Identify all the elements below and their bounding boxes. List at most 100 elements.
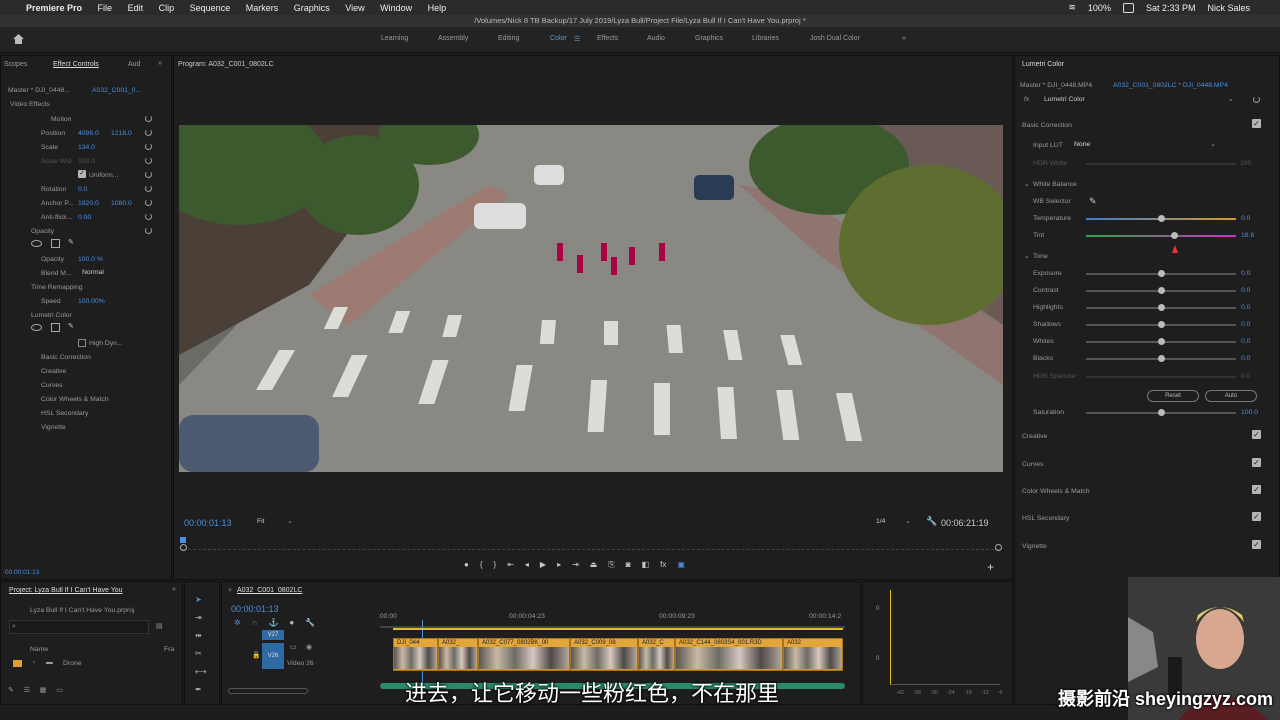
timeline-tab[interactable]: A032_C001_0802LC [237,587,302,594]
tint-slider[interactable] [1086,232,1236,239]
clip[interactable]: A032_C009_08 [570,638,638,671]
blend-mode-dropdown[interactable]: Normal [82,269,104,276]
timeline-close-icon[interactable]: × [228,587,232,594]
snap-icon[interactable]: ∩ [252,618,258,627]
workspace-graphics[interactable]: Graphics [695,35,723,42]
section-vignette[interactable]: Vignette [1022,543,1047,550]
user-name[interactable]: Nick Sales [1207,3,1250,13]
anchor-y[interactable]: 1080.0 [111,200,132,207]
color-wheels-checkbox[interactable]: ✓ [1252,485,1261,494]
wifi-icon[interactable]: ≋ [1068,2,1076,13]
ellipse-mask-icon[interactable] [31,240,42,247]
add-button-icon[interactable]: + [987,560,994,574]
more-workspaces-icon[interactable]: » [902,35,906,42]
section-color-wheels[interactable]: Color Wheels & Match [1022,488,1090,495]
whites-knob[interactable] [1158,338,1165,345]
hsl-secondary-checkbox[interactable]: ✓ [1252,512,1261,521]
lumetri-tab[interactable]: Lumetri Color [1022,61,1064,68]
group-hsl-secondary[interactable]: HSL Secondary [41,410,88,417]
pen-tool-icon[interactable]: ✒ [195,685,206,694]
reset-icon[interactable] [145,185,152,192]
column-frame-rate[interactable]: Fra [164,646,174,653]
white-balance-header[interactable]: White Balance [1033,181,1077,188]
temperature-knob[interactable] [1158,215,1165,222]
resolution-dropdown[interactable]: 1/4 [876,518,885,525]
anchor-x[interactable]: 1920.0 [78,200,99,207]
tint-value[interactable]: 18.6 [1241,232,1254,239]
tone-header[interactable]: Tone [1033,253,1048,260]
highlights-value[interactable]: 0.0 [1241,304,1250,311]
workspace-color[interactable]: Color [550,35,567,42]
position-x[interactable]: 4096.0 [78,130,99,137]
project-overflow-icon[interactable]: » [172,586,176,593]
program-timecode[interactable]: 00:00:01:13 [184,518,232,528]
go-to-in-icon[interactable]: ⇤ [507,560,514,572]
track-select-tool-icon[interactable]: ⇥ [195,613,206,622]
temperature-slider[interactable] [1086,215,1236,222]
timeline-settings-icon[interactable]: 🔧 [305,618,315,627]
lumetri-ellipse-mask-icon[interactable] [31,324,42,331]
go-to-out-icon[interactable]: ⇥ [572,560,579,572]
lumetri-reset-icon[interactable] [1253,96,1260,103]
effect-opacity[interactable]: Opacity [31,228,54,235]
export-frame-icon[interactable]: ◙ [626,560,631,572]
timeline-zoom-scrollbar[interactable] [228,688,308,694]
reset-icon[interactable] [145,171,152,178]
scale-value[interactable]: 134.0 [78,144,95,151]
clock[interactable]: Sat 2:33 PM [1146,3,1196,13]
clip[interactable]: A032_C [638,638,675,671]
reset-icon[interactable] [145,129,152,136]
workspace-menu-icon[interactable]: ☰ [574,35,580,43]
new-bin-icon[interactable]: ▤ [156,622,162,630]
workspace-effects[interactable]: Effects [597,35,618,42]
group-creative[interactable]: Creative [41,368,66,375]
vignette-checkbox[interactable]: ✓ [1252,540,1261,549]
group-curves[interactable]: Curves [41,382,63,389]
effect-time-remapping[interactable]: Time Remapping [31,284,83,291]
project-tab[interactable]: Project: Lyza Bull If I Can't Have You [9,587,142,594]
lumetri-rectangle-mask-icon[interactable] [51,323,60,332]
sequence-clip-label[interactable]: A032_C001_0... [92,87,141,94]
lut-chevron-icon[interactable]: ⌄ [1210,140,1216,148]
shadows-value[interactable]: 0.0 [1241,321,1250,328]
reset-icon[interactable] [145,157,152,164]
eyedropper-icon[interactable]: ✎ [1089,196,1097,207]
fit-chevron-icon[interactable]: ⌄ [287,517,293,525]
fx-icon[interactable]: fx [660,560,666,572]
tint-knob[interactable] [1171,232,1178,239]
comparison-view-icon[interactable]: ◧ [642,560,650,572]
group-color-wheels[interactable]: Color Wheels & Match [41,396,109,403]
menu-clip[interactable]: Clip [159,3,175,13]
shadows-knob[interactable] [1158,321,1165,328]
battery-icon[interactable] [1122,2,1134,13]
pen-mask-icon[interactable]: ✎ [68,238,74,246]
resolution-chevron-icon[interactable]: ⌄ [905,517,911,525]
saturation-value[interactable]: 100.0 [1241,409,1258,416]
tab-scopes[interactable]: Scopes [4,61,27,68]
track-v27-target[interactable]: V27 [262,630,284,640]
reset-icon[interactable] [145,199,152,206]
workspace-josh-dual-color[interactable]: Josh Dual Color [810,35,860,42]
workspace-assembly[interactable]: Assembly [438,35,468,42]
wrench-icon[interactable]: 🔧 [926,516,937,527]
effect-motion[interactable]: Motion [51,116,71,123]
playhead-marker[interactable] [180,537,186,543]
curves-checkbox[interactable]: ✓ [1252,458,1261,467]
scrubber-start-handle[interactable] [180,544,187,551]
effect-chevron-icon[interactable]: ⌄ [1228,95,1234,103]
effect-lumetri-color[interactable]: Lumetri Color [31,312,72,319]
program-video-frame[interactable] [179,125,1003,472]
extract-icon[interactable]: ⎘ [608,560,614,572]
bin-drone[interactable]: Drone [63,660,82,667]
exposure-slider[interactable] [1086,270,1236,277]
menu-markers[interactable]: Markers [246,3,279,13]
ripple-edit-tool-icon[interactable]: ⇹ [195,631,206,640]
uniform-scale-checkbox[interactable]: ✓ [78,170,86,178]
clip[interactable]: DJI_044 [393,638,438,671]
step-back-icon[interactable]: ◂ [525,560,529,572]
fit-dropdown[interactable]: Fit [257,518,265,525]
blacks-knob[interactable] [1158,355,1165,362]
basic-correction-checkbox[interactable]: ✓ [1252,119,1261,128]
menu-edit[interactable]: Edit [128,3,144,13]
contrast-knob[interactable] [1158,287,1165,294]
